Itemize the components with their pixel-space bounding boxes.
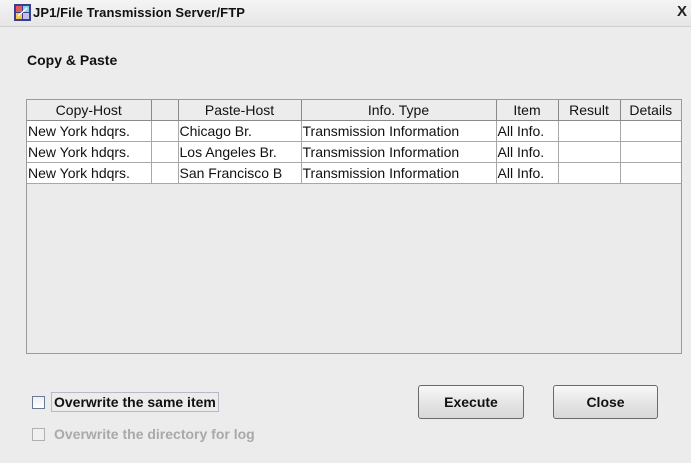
- cell-item[interactable]: All Info.: [496, 141, 559, 163]
- cell-details[interactable]: [620, 120, 681, 142]
- cell-copy-host[interactable]: New York hdqrs.: [27, 120, 152, 142]
- table-row[interactable]: New York hdqrs. Los Angeles Br. Transmis…: [27, 141, 681, 163]
- column-header-item[interactable]: Item: [496, 100, 559, 121]
- overwrite-same-item-checkbox-row[interactable]: Overwrite the same item: [32, 392, 219, 412]
- column-header-blank[interactable]: [151, 100, 179, 121]
- overwrite-directory-log-checkbox-row: Overwrite the directory for log: [32, 424, 258, 444]
- overwrite-directory-log-label: Overwrite the directory for log: [54, 426, 255, 442]
- cell-result[interactable]: [558, 162, 621, 184]
- window-title: JP1/File Transmission Server/FTP: [33, 5, 246, 20]
- cell-item[interactable]: All Info.: [496, 120, 559, 142]
- cell-paste-host[interactable]: Chicago Br.: [178, 120, 302, 142]
- cell-result[interactable]: [558, 120, 621, 142]
- execute-button[interactable]: Execute: [418, 385, 524, 419]
- cell-result[interactable]: [558, 141, 621, 163]
- table-row[interactable]: New York hdqrs. San Francisco B Transmis…: [27, 162, 681, 184]
- section-title: Copy & Paste: [27, 52, 118, 68]
- column-header-details[interactable]: Details: [620, 100, 681, 121]
- cell-item[interactable]: All Info.: [496, 162, 559, 184]
- column-header-result[interactable]: Result: [558, 100, 621, 121]
- column-header-info-type[interactable]: Info. Type: [301, 100, 497, 121]
- table-header-row: Copy-Host Paste-Host Info. Type Item Res…: [27, 100, 681, 121]
- transfer-table-panel[interactable]: Copy-Host Paste-Host Info. Type Item Res…: [26, 99, 682, 354]
- table-row[interactable]: New York hdqrs. Chicago Br. Transmission…: [27, 120, 681, 142]
- column-header-copy-host[interactable]: Copy-Host: [27, 100, 152, 121]
- overwrite-same-item-label[interactable]: Overwrite the same item: [51, 392, 219, 412]
- cell-info-type[interactable]: Transmission Information: [301, 120, 497, 142]
- overwrite-same-item-checkbox[interactable]: [32, 395, 45, 409]
- overwrite-directory-log-checkbox: [32, 427, 45, 441]
- close-button[interactable]: Close: [553, 385, 658, 419]
- cell-copy-host[interactable]: New York hdqrs.: [27, 162, 152, 184]
- column-header-paste-host[interactable]: Paste-Host: [178, 100, 302, 121]
- jp1-app-icon: [14, 4, 31, 21]
- cell-info-type[interactable]: Transmission Information: [301, 141, 497, 163]
- cell-info-type[interactable]: Transmission Information: [301, 162, 497, 184]
- transfer-table[interactable]: Copy-Host Paste-Host Info. Type Item Res…: [27, 100, 681, 184]
- dialog-window: JP1/File Transmission Server/FTP X Copy …: [0, 0, 691, 463]
- cell-details[interactable]: [620, 162, 681, 184]
- cell-paste-host[interactable]: San Francisco B: [178, 162, 302, 184]
- cell-blank[interactable]: [151, 162, 179, 184]
- cell-blank[interactable]: [151, 120, 179, 142]
- cell-details[interactable]: [620, 141, 681, 163]
- cell-blank[interactable]: [151, 141, 179, 163]
- close-icon[interactable]: X: [675, 3, 689, 21]
- cell-copy-host[interactable]: New York hdqrs.: [27, 141, 152, 163]
- cell-paste-host[interactable]: Los Angeles Br.: [178, 141, 302, 163]
- title-bar[interactable]: JP1/File Transmission Server/FTP X: [0, 0, 691, 27]
